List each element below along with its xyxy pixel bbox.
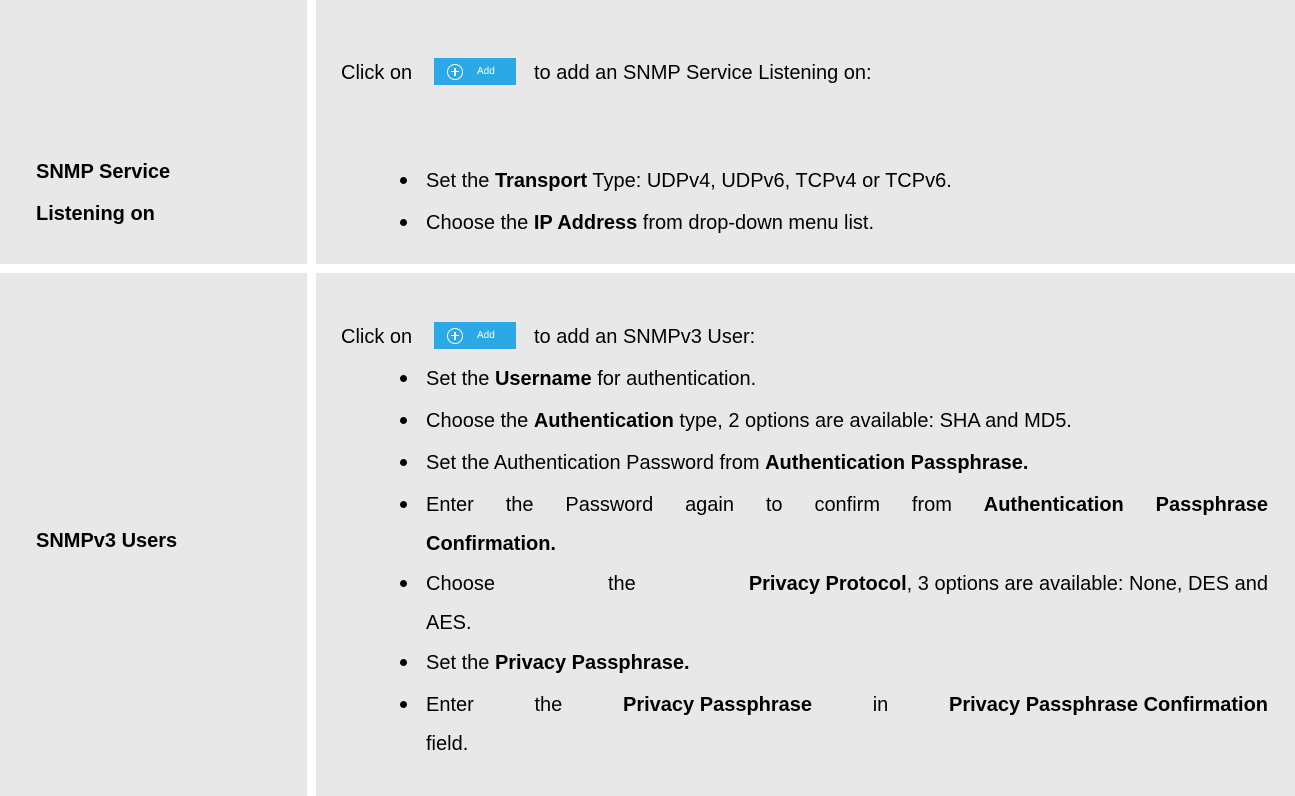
row1-intro-after: to add an SNMP Service Listening on: <box>534 62 872 84</box>
bullet-icon <box>400 219 407 226</box>
row2-intro-before: Click on <box>341 326 413 348</box>
add-user-button[interactable]: Add <box>434 322 516 349</box>
row1-bullet-2: Choose the IP Address from drop-down men… <box>426 212 875 234</box>
row1-label-line1: SNMP Service <box>36 161 171 183</box>
row1-intro-before: Click on <box>341 62 413 84</box>
row2-bullet-5: Choose the Privacy Protocol, 3 options a… <box>426 573 1268 595</box>
row2-intro-after: to add an SNMPv3 User: <box>534 326 756 348</box>
row1-bullet-1: Set the Transport Type: UDPv4, UDPv6, TC… <box>426 170 952 192</box>
row2-bullet-1: Set the Username for authentication. <box>426 368 757 390</box>
row2-bullet-4: Enter the Password again to confirm from… <box>426 494 1268 516</box>
add-button-label: Add <box>477 330 495 341</box>
row2-bullet-6: Set the Privacy Passphrase. <box>426 652 690 674</box>
bullet-icon <box>400 580 407 587</box>
add-listening-button[interactable]: Add <box>434 58 516 85</box>
bullet-icon <box>400 459 407 466</box>
bullet-icon <box>400 659 407 666</box>
settings-table: SNMP Service Listening on Click on Add t… <box>0 0 1295 796</box>
bullet-icon <box>400 375 407 382</box>
row2-bullet-2: Choose the Authentication type, 2 option… <box>426 410 1072 432</box>
plus-circle-icon <box>447 63 463 80</box>
row-divider <box>0 264 1295 273</box>
row2-bullet-7-cont: field. <box>426 733 469 755</box>
column-divider <box>307 0 316 796</box>
row1-label: SNMP Service Listening on <box>36 151 170 235</box>
add-button-label: Add <box>477 66 495 77</box>
plus-circle-icon <box>447 327 463 344</box>
row2-bullet-5-cont: AES. <box>426 612 472 634</box>
bullet-icon <box>400 177 407 184</box>
row2-bullet-7: Enter the Privacy Passphrase in Privacy … <box>426 694 1268 716</box>
bullet-icon <box>400 701 407 708</box>
row2-bullet-3: Set the Authentication Password from Aut… <box>426 452 1029 474</box>
row2-bullet-4-cont: Confirmation. <box>426 533 556 555</box>
bullet-icon <box>400 417 407 424</box>
row1-label-line2: Listening on <box>36 203 155 225</box>
row2-label: SNMPv3 Users <box>36 530 178 552</box>
bullet-icon <box>400 501 407 508</box>
